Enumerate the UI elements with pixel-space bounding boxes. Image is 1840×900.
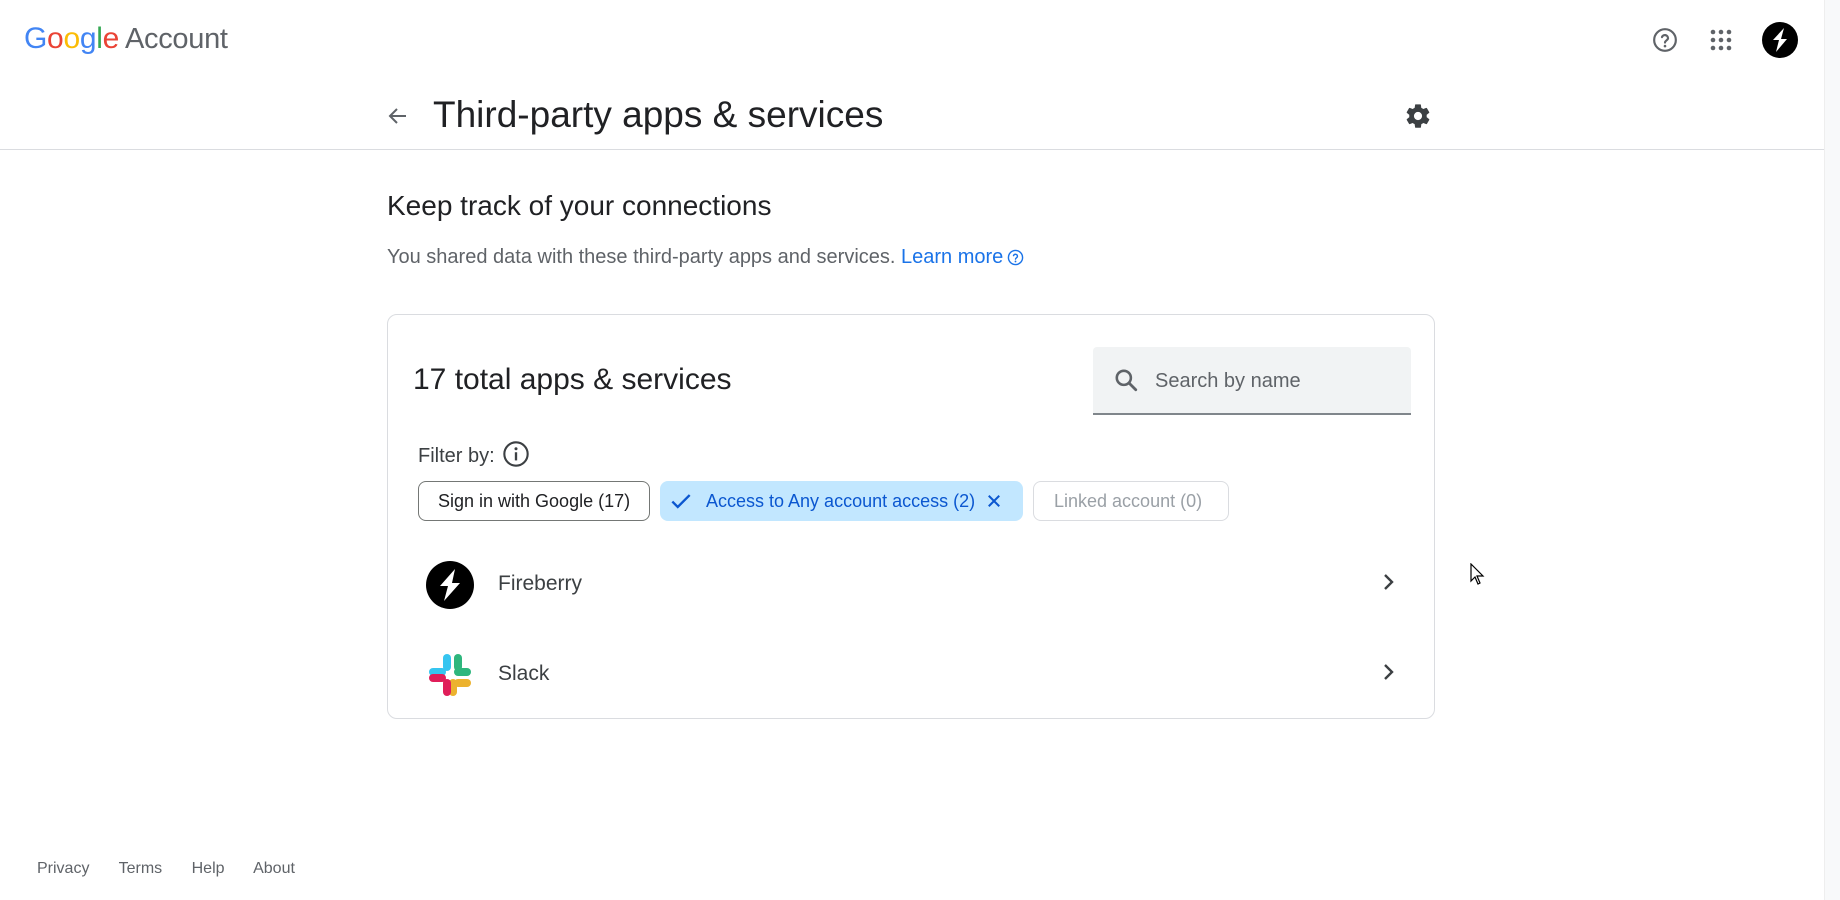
logo-letter: o xyxy=(47,22,64,55)
learn-more-label: Learn more xyxy=(901,246,1004,268)
help-button[interactable] xyxy=(1645,20,1685,60)
search-input[interactable] xyxy=(1153,363,1397,399)
footer-link-about[interactable]: About xyxy=(253,860,295,877)
app-name: Fireberry xyxy=(498,572,583,595)
logo-letter: o xyxy=(63,22,80,55)
info-icon xyxy=(503,441,529,467)
list-item-slack[interactable]: Slack xyxy=(388,630,1434,720)
top-bar: Google Account xyxy=(0,0,1824,80)
apps-count-title: 17 total apps & services xyxy=(413,363,732,396)
section-title: Keep track of your connections xyxy=(387,190,772,221)
logo-letter: G xyxy=(24,22,48,55)
filter-chip-account-access[interactable]: Access to Any account access (2) xyxy=(660,481,1023,521)
chevron-right-icon xyxy=(1384,574,1394,590)
check-icon xyxy=(668,488,694,514)
product-name: Account xyxy=(124,23,228,55)
app-name: Slack xyxy=(498,662,550,685)
help-circle-icon xyxy=(1008,249,1024,266)
chip-label: Linked account (0) xyxy=(1054,490,1203,511)
slack-logo-icon xyxy=(426,651,474,699)
scrollbar[interactable] xyxy=(1824,0,1840,900)
chip-label: Sign in with Google (17) xyxy=(438,490,631,511)
description-text: You shared data with these third-party a… xyxy=(387,246,896,268)
apps-card: 17 total apps & services Filter by: Sign… xyxy=(387,314,1435,719)
footer-link-terms[interactable]: Terms xyxy=(119,860,163,877)
mouse-cursor-icon xyxy=(1470,563,1485,585)
settings-button[interactable] xyxy=(1398,96,1438,136)
filter-chip-sign-in-with-google[interactable]: Sign in with Google (17) xyxy=(418,481,650,521)
apps-button[interactable] xyxy=(1701,20,1741,60)
learn-more-link[interactable]: Learn more xyxy=(901,246,1024,268)
apps-grid-icon xyxy=(1710,29,1732,51)
page-title: Third-party apps & services xyxy=(433,94,884,135)
logo-letter: g xyxy=(79,22,97,55)
filter-chip-linked-account[interactable]: Linked account (0) xyxy=(1033,481,1229,521)
gear-icon xyxy=(1406,104,1430,128)
back-button[interactable] xyxy=(378,96,418,136)
fireberry-logo-icon xyxy=(1773,28,1787,52)
arrow-back-icon xyxy=(388,108,406,124)
account-avatar[interactable] xyxy=(1762,22,1798,58)
footer: Privacy Terms Help About xyxy=(37,860,320,878)
filter-label: Filter by: xyxy=(418,445,495,467)
page-header: Third-party apps & services xyxy=(0,80,1824,150)
chip-label: Access to Any account access (2) xyxy=(706,490,976,511)
chevron-right-icon xyxy=(1384,664,1394,680)
logo-letter: e xyxy=(102,22,120,55)
google-account-logo[interactable]: Google Account xyxy=(24,22,228,56)
fireberry-logo-icon xyxy=(426,561,474,609)
search-icon xyxy=(1115,369,1138,392)
close-icon[interactable] xyxy=(985,492,1003,510)
filter-info-button[interactable] xyxy=(502,440,530,473)
section-description: You shared data with these third-party a… xyxy=(387,246,1024,269)
list-item-fireberry[interactable]: Fireberry xyxy=(388,540,1434,630)
search-box[interactable] xyxy=(1093,347,1411,415)
footer-link-privacy[interactable]: Privacy xyxy=(37,860,89,877)
footer-link-help[interactable]: Help xyxy=(192,860,225,877)
help-circle-icon xyxy=(1653,28,1677,52)
